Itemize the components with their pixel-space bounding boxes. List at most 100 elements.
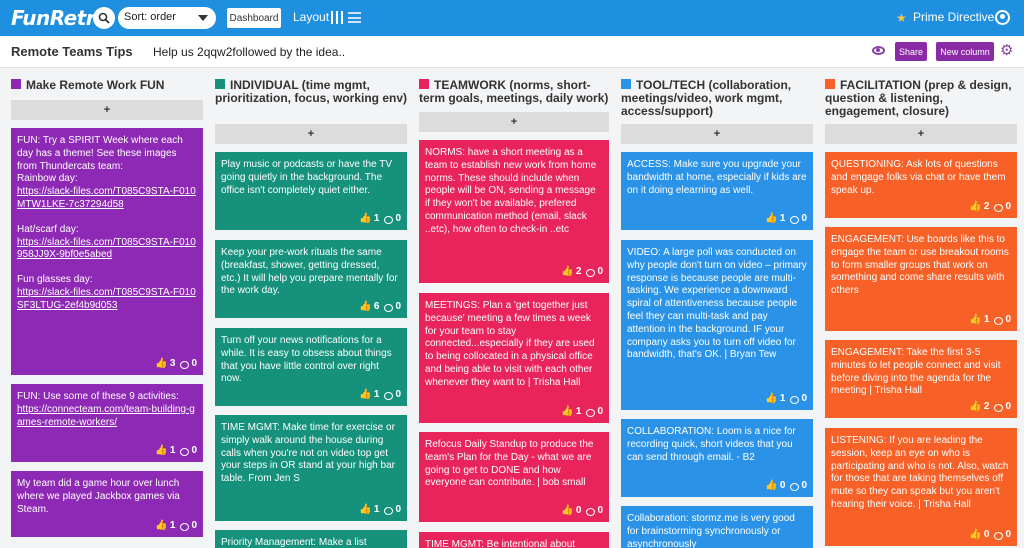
comment-icon[interactable]: [180, 360, 190, 369]
comment-icon[interactable]: [790, 395, 800, 404]
card[interactable]: Play music or podcasts or have the TV go…: [215, 152, 407, 230]
eye-icon[interactable]: [872, 46, 885, 55]
card-link[interactable]: https://connecteam.com/team-building-gam…: [17, 404, 197, 430]
card[interactable]: ACCESS: Make sure you upgrade your bandw…: [621, 152, 813, 230]
card[interactable]: LISTENING: If you are leading the sessio…: [825, 428, 1017, 546]
card-link[interactable]: https://slack-files.com/T085C9STA-F01095…: [17, 237, 197, 263]
comment-icon[interactable]: [180, 447, 190, 456]
card-votes: 👍 1 0: [359, 504, 401, 517]
card[interactable]: FUN: Use some of these 9 activities: htt…: [11, 384, 203, 462]
prime-directive-link[interactable]: Prime Directive: [913, 10, 994, 24]
card[interactable]: Turn off your news notifications for a w…: [215, 328, 407, 406]
card[interactable]: TIME MGMT: Make time for exercise or sim…: [215, 415, 407, 521]
comment-count: 0: [1005, 529, 1011, 541]
card-votes: 👍 2 0: [561, 266, 603, 279]
card-link[interactable]: https://slack-files.com/T085C9STA-F010MT…: [17, 186, 197, 212]
card[interactable]: NORMS: have a short meeting as a team to…: [419, 140, 609, 283]
board-description: Help us 2qqw2followed by the idea..: [153, 45, 346, 59]
thumbs-up-icon[interactable]: 👍: [155, 358, 167, 371]
card-text: Turn off your news notifications for a w…: [221, 335, 395, 385]
thumbs-up-icon[interactable]: 👍: [155, 520, 167, 533]
card[interactable]: Keep your pre-work rituals the same (bre…: [215, 240, 407, 318]
card[interactable]: ENGAGEMENT: Use boards like this to enga…: [825, 227, 1017, 331]
card-text: My team did a game hour over lunch where…: [17, 478, 183, 515]
comment-icon[interactable]: [586, 507, 596, 516]
column-title: TEAMWORK (norms, short-term goals, meeti…: [419, 78, 609, 105]
card[interactable]: TIME MGMT: Be intentional about: [419, 532, 609, 548]
search-icon: [98, 12, 110, 24]
dashboard-button[interactable]: Dashboard: [227, 8, 281, 28]
card-votes: 👍 1 0: [561, 406, 603, 419]
like-count: 0: [575, 505, 582, 517]
comment-icon[interactable]: [586, 268, 596, 277]
user-account-icon[interactable]: [995, 10, 1010, 25]
comment-icon[interactable]: [790, 482, 800, 491]
comment-icon[interactable]: [384, 303, 394, 312]
search-button[interactable]: [93, 7, 115, 29]
add-card-button[interactable]: +: [621, 124, 813, 144]
card[interactable]: Refocus Daily Standup to produce the tea…: [419, 432, 609, 522]
sort-select[interactable]: Sort: order: [118, 7, 216, 29]
card-text: MEETINGS: Plan a 'get together just beca…: [425, 300, 598, 388]
add-card-button[interactable]: +: [215, 124, 407, 144]
card-text: Priority Management: Make a list: [221, 537, 367, 548]
thumbs-up-icon[interactable]: 👍: [359, 504, 371, 517]
thumbs-up-icon[interactable]: 👍: [969, 201, 981, 214]
thumbs-up-icon[interactable]: 👍: [969, 529, 981, 542]
new-column-button[interactable]: New column: [936, 42, 994, 61]
comment-icon[interactable]: [384, 391, 394, 400]
card-votes: 👍 6 0: [359, 301, 401, 314]
comment-icon[interactable]: [790, 215, 800, 224]
thumbs-up-icon[interactable]: 👍: [969, 401, 981, 414]
comment-icon[interactable]: [994, 203, 1004, 212]
thumbs-up-icon[interactable]: 👍: [765, 480, 777, 493]
top-bar: FunRetro Sort: order Dashboard Layout ★ …: [0, 0, 1024, 36]
thumbs-up-icon[interactable]: 👍: [359, 389, 371, 402]
thumbs-up-icon[interactable]: 👍: [359, 213, 371, 226]
thumbs-up-icon[interactable]: 👍: [561, 505, 573, 518]
card[interactable]: Collaboration: stormz.me is very good fo…: [621, 506, 813, 548]
card[interactable]: My team did a game hour over lunch where…: [11, 471, 203, 537]
card-text: FUN: Use some of these 9 activities:: [17, 391, 179, 402]
thumbs-up-icon[interactable]: 👍: [561, 406, 573, 419]
column-color-swatch: [419, 79, 429, 89]
column-header-teamwork: TEAMWORK (norms, short-term goals, meeti…: [419, 79, 614, 105]
share-button[interactable]: Share: [895, 42, 927, 61]
add-card-button[interactable]: +: [11, 100, 203, 120]
comment-icon[interactable]: [384, 215, 394, 224]
card-link[interactable]: https://slack-files.com/T085C9STA-F010SF…: [17, 287, 197, 313]
comment-icon[interactable]: [384, 506, 394, 515]
gear-icon[interactable]: ⚙: [1000, 42, 1013, 60]
card[interactable]: FUN: Try a SPIRIT Week where each day ha…: [11, 128, 203, 375]
like-count: 1: [779, 393, 786, 405]
thumbs-up-icon[interactable]: 👍: [359, 301, 371, 314]
card-text: ENGAGEMENT: Use boards like this to enga…: [831, 234, 1012, 297]
card[interactable]: Priority Management: Make a list: [215, 530, 407, 548]
card-votes: 👍 2 0: [969, 401, 1011, 414]
thumbs-up-icon[interactable]: 👍: [561, 266, 573, 279]
comment-icon[interactable]: [586, 408, 596, 417]
add-card-button[interactable]: +: [825, 124, 1017, 144]
comment-icon[interactable]: [180, 522, 190, 531]
thumbs-up-icon[interactable]: 👍: [969, 314, 981, 327]
comment-icon[interactable]: [994, 316, 1004, 325]
comment-icon[interactable]: [994, 403, 1004, 412]
thumbs-up-icon[interactable]: 👍: [155, 445, 167, 458]
comment-icon[interactable]: [994, 531, 1004, 540]
card[interactable]: ENGAGEMENT: Take the first 3-5 minutes t…: [825, 340, 1017, 418]
card-votes: 👍 1 0: [359, 213, 401, 226]
comment-count: 0: [395, 504, 401, 516]
card[interactable]: QUESTIONING: Ask lots of questions and e…: [825, 152, 1017, 218]
column-title: TOOL/TECH (collaboration, meetings/video…: [621, 78, 792, 118]
thumbs-up-icon[interactable]: 👍: [765, 213, 777, 226]
add-card-button[interactable]: +: [419, 112, 609, 132]
card[interactable]: VIDEO: A large poll was conducted on why…: [621, 240, 813, 410]
comment-count: 0: [1005, 401, 1011, 413]
thumbs-up-icon[interactable]: 👍: [765, 393, 777, 406]
card-text: TIME MGMT: Be intentional about: [425, 539, 576, 548]
card[interactable]: COLLABORATION: Loom is a nice for record…: [621, 419, 813, 497]
layout-columns-icon[interactable]: [331, 11, 343, 24]
card[interactable]: MEETINGS: Plan a 'get together just beca…: [419, 293, 609, 423]
layout-rows-icon[interactable]: [348, 12, 361, 23]
column-header-tooltech: TOOL/TECH (collaboration, meetings/video…: [621, 79, 816, 118]
